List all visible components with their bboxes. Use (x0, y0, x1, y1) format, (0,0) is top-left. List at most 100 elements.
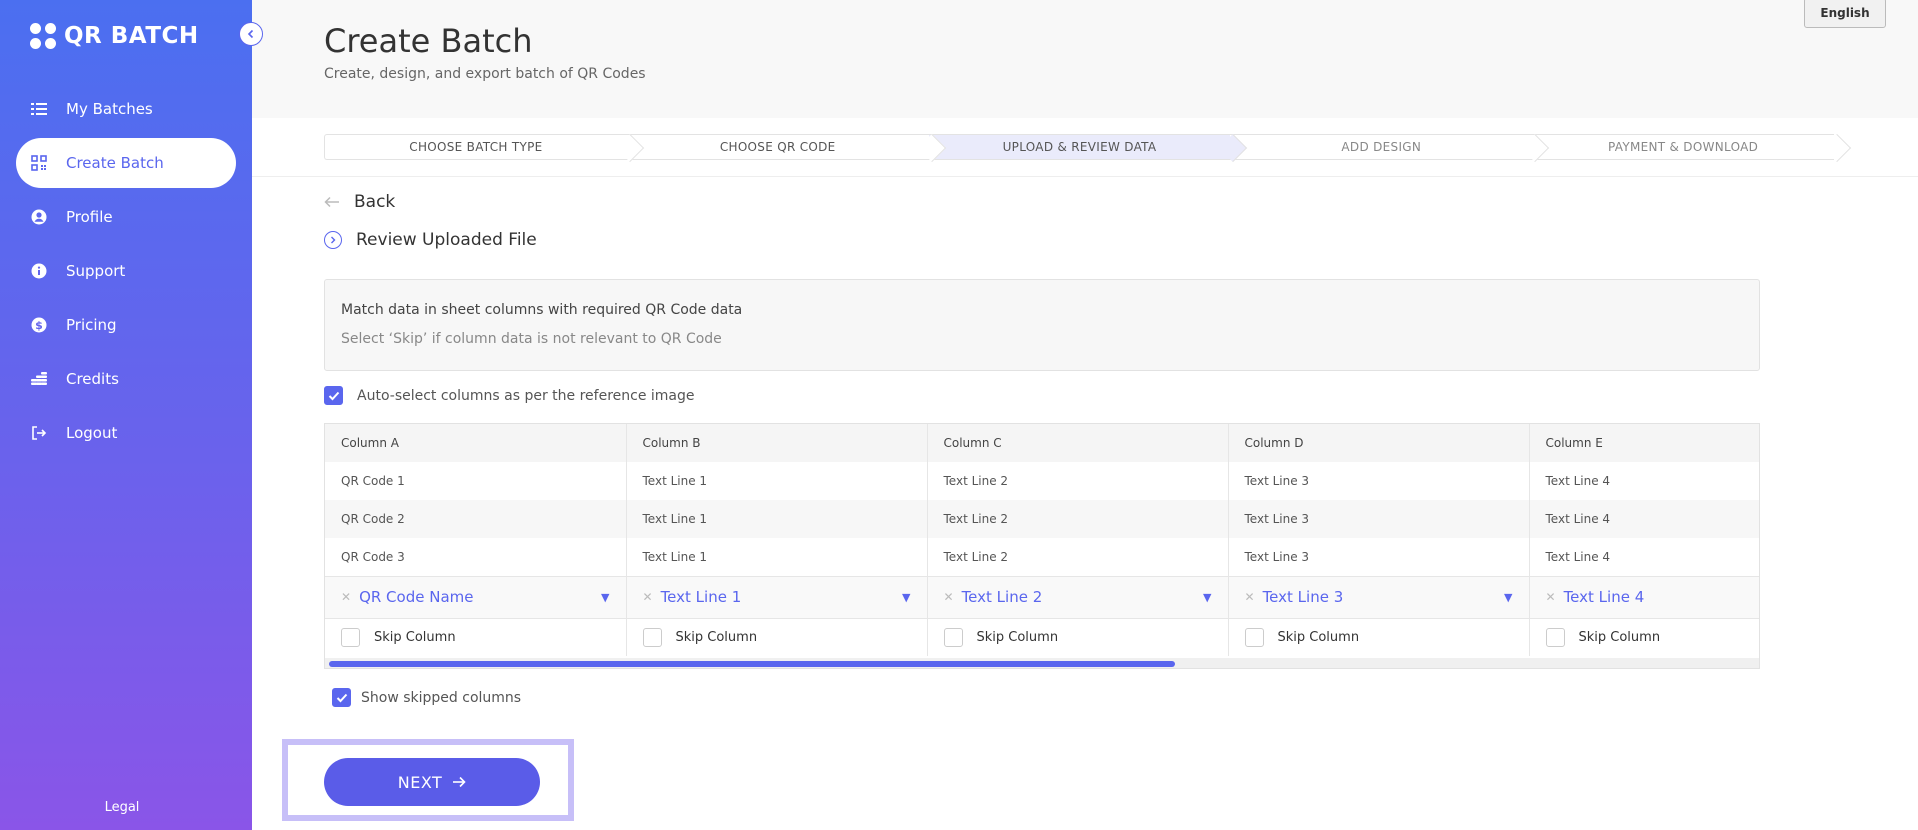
skip-column-a-checkbox[interactable] (341, 627, 360, 647)
language-button[interactable]: English (1804, 0, 1886, 28)
skip-column-c-checkbox[interactable] (943, 627, 963, 647)
list-icon (30, 100, 48, 118)
auto-select-option: Auto-select columns as per the reference… (324, 386, 695, 405)
table-header-row: Column A Column B Column C Column D Colu… (325, 424, 1759, 462)
logo-text: QR BATCH (64, 23, 199, 49)
column-b-select[interactable]: ✕ Text Line 1 ▼ (643, 588, 927, 606)
info-box: Match data in sheet columns with require… (324, 279, 1760, 371)
clear-icon[interactable]: ✕ (341, 590, 351, 604)
column-d-select[interactable]: ✕ Text Line 3 ▼ (1245, 588, 1529, 606)
next-button[interactable]: NEXT (324, 758, 540, 806)
skip-column-e-checkbox[interactable] (1545, 627, 1565, 647)
table-cell: Text Line 4 (1529, 462, 1759, 500)
scrollbar-thumb[interactable] (329, 661, 1175, 667)
select-value: Text Line 4 (1563, 588, 1645, 606)
clear-icon[interactable]: ✕ (944, 590, 954, 604)
sidebar-item-label: Pricing (66, 316, 117, 334)
table-cell: Text Line 3 (1228, 462, 1530, 500)
skip-row: Skip Column Skip Column Skip Column Skip… (325, 617, 1759, 656)
back-label: Back (354, 192, 396, 212)
table-cell: Text Line 1 (626, 462, 928, 500)
sidebar-item-label: Create Batch (66, 154, 164, 172)
column-a-select[interactable]: ✕ QR Code Name ▼ (341, 588, 625, 606)
table-cell: Text Line 2 (927, 462, 1229, 500)
stepper-divider (252, 176, 1918, 177)
auto-select-checkbox[interactable] (324, 386, 343, 405)
sidebar-item-create-batch[interactable]: Create Batch (16, 138, 236, 188)
caret-down-icon: ▼ (902, 590, 911, 604)
select-value: QR Code Name (359, 588, 474, 606)
sidebar-item-support[interactable]: Support (16, 246, 236, 296)
table-cell: Text Line 4 (1529, 500, 1759, 538)
clear-icon[interactable]: ✕ (1546, 590, 1556, 604)
step-choose-qr-code[interactable]: CHOOSE QR CODE (626, 134, 929, 160)
skip-label: Skip Column (374, 629, 456, 645)
clear-icon[interactable]: ✕ (643, 590, 653, 604)
coins-icon (30, 370, 48, 388)
step-payment-download[interactable]: PAYMENT & DOWNLOAD (1532, 134, 1834, 160)
sidebar-item-logout[interactable]: Logout (16, 408, 236, 458)
mapping-cell: ✕ Text Line 1 ▼ (626, 575, 928, 618)
stepper: CHOOSE BATCH TYPE CHOOSE QR CODE UPLOAD … (324, 134, 1834, 160)
skip-label: Skip Column (1277, 629, 1360, 645)
table-cell: QR Code 1 (325, 462, 627, 500)
table-row: QR Code 1 Text Line 1 Text Line 2 Text L… (325, 462, 1759, 500)
step-upload-review-data[interactable]: UPLOAD & REVIEW DATA (928, 134, 1231, 160)
sidebar-item-label: Logout (66, 424, 118, 442)
skip-column-b-checkbox[interactable] (642, 627, 662, 647)
skip-cell: Skip Column (626, 617, 928, 656)
column-header: Column D (1228, 424, 1530, 462)
page-subtitle: Create, design, and export batch of QR C… (324, 66, 646, 82)
column-header: Column E (1529, 424, 1759, 462)
column-c-select[interactable]: ✕ Text Line 2 ▼ (944, 588, 1228, 606)
review-label: Review Uploaded File (356, 230, 537, 250)
sidebar-item-my-batches[interactable]: My Batches (16, 84, 236, 134)
user-icon (30, 208, 48, 226)
column-header: Column B (626, 424, 928, 462)
skip-cell: Skip Column (325, 617, 627, 656)
table-cell: Text Line 1 (626, 538, 928, 576)
sidebar-item-label: Credits (66, 370, 119, 388)
logo[interactable]: QR BATCH (30, 20, 199, 52)
table-cell: QR Code 3 (325, 538, 627, 576)
check-icon (328, 391, 339, 400)
logo-icon (30, 23, 56, 49)
horizontal-scrollbar[interactable] (325, 658, 1759, 668)
sidebar-item-pricing[interactable]: $ Pricing (16, 300, 236, 350)
show-skipped-checkbox[interactable] (332, 688, 351, 707)
skip-label: Skip Column (675, 629, 758, 645)
skip-cell: Skip Column (1529, 617, 1759, 656)
table-cell: Text Line 2 (927, 500, 1229, 538)
legal-link[interactable]: Legal (0, 800, 244, 815)
step-add-design[interactable]: ADD DESIGN (1230, 134, 1533, 160)
step-choose-batch-type[interactable]: CHOOSE BATCH TYPE (324, 134, 627, 160)
review-section-title: Review Uploaded File (324, 230, 537, 250)
table-row: QR Code 3 Text Line 1 Text Line 2 Text L… (325, 538, 1759, 576)
table-cell: Text Line 3 (1228, 538, 1530, 576)
back-link[interactable]: Back (324, 192, 395, 212)
show-skipped-option: Show skipped columns (332, 688, 521, 707)
chevron-left-icon (246, 25, 256, 43)
skip-column-option: Skip Column (341, 627, 625, 647)
auto-select-label: Auto-select columns as per the reference… (357, 387, 695, 404)
clear-icon[interactable]: ✕ (1245, 590, 1255, 604)
content: CHOOSE BATCH TYPE CHOOSE QR CODE UPLOAD … (252, 118, 1918, 830)
sidebar-collapse-button[interactable] (239, 22, 263, 46)
next-label: NEXT (397, 772, 443, 792)
skip-column-d-checkbox[interactable] (1244, 627, 1264, 647)
skip-column-option: Skip Column (642, 627, 927, 647)
mapping-cell: ✕ Text Line 4 ▼ (1529, 575, 1760, 618)
table-row: QR Code 2 Text Line 1 Text Line 2 Text L… (325, 500, 1759, 538)
table-cell: Text Line 3 (1228, 500, 1530, 538)
sidebar-item-credits[interactable]: Credits (16, 354, 236, 404)
sidebar-item-profile[interactable]: Profile (16, 192, 236, 242)
mapping-cell: ✕ QR Code Name ▼ (325, 575, 627, 618)
table-cell: Text Line 1 (626, 500, 928, 538)
show-skipped-label: Show skipped columns (361, 689, 522, 706)
column-header: Column C (927, 424, 1229, 462)
mapping-cell: ✕ Text Line 3 ▼ (1228, 575, 1530, 618)
dollar-icon: $ (30, 316, 48, 334)
column-e-select[interactable]: ✕ Text Line 4 ▼ (1546, 588, 1760, 606)
sidebar-item-label: Support (66, 262, 126, 280)
caret-down-icon: ▼ (601, 590, 610, 604)
